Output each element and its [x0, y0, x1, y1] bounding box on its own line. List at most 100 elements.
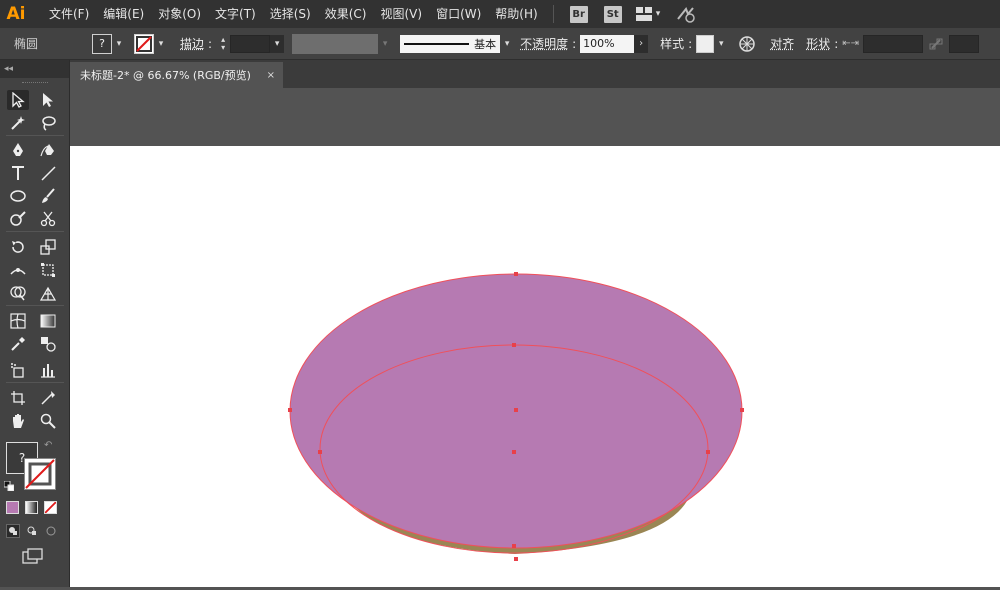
- ellipse-tool-icon[interactable]: [7, 186, 29, 206]
- close-icon[interactable]: ×: [267, 70, 275, 81]
- column-graph-tool-icon[interactable]: [37, 360, 59, 380]
- mesh-tool-icon[interactable]: [7, 311, 29, 331]
- opacity-field[interactable]: 100%: [580, 34, 635, 53]
- fill-swatch[interactable]: ?: [92, 33, 113, 54]
- menu-select[interactable]: 选择(S): [263, 0, 318, 28]
- scale-tool-icon[interactable]: [37, 237, 59, 257]
- chevron-down-icon[interactable]: ▾: [500, 34, 514, 54]
- anchor-point[interactable]: [514, 557, 518, 561]
- stroke-swatch-large[interactable]: [24, 458, 56, 490]
- menu-edit[interactable]: 编辑(E): [96, 0, 151, 28]
- gradient-mode-button[interactable]: [25, 501, 38, 514]
- opacity-label[interactable]: 不透明度: [520, 35, 568, 52]
- line-segment-tool-icon[interactable]: [37, 163, 59, 183]
- graphic-style-swatch[interactable]: [696, 34, 715, 53]
- align-label[interactable]: 对齐: [770, 35, 794, 52]
- menu-type[interactable]: 文字(T): [208, 0, 263, 28]
- screen-mode-icon[interactable]: [22, 548, 44, 567]
- zoom-tool-icon[interactable]: [37, 411, 59, 431]
- colon: :: [688, 36, 693, 51]
- anchor-point[interactable]: [318, 450, 322, 454]
- recolor-artwork-icon[interactable]: [738, 35, 756, 53]
- eyedropper-tool-icon[interactable]: [7, 334, 29, 354]
- canvas-area[interactable]: [70, 88, 1000, 587]
- panel-grip[interactable]: [0, 78, 69, 88]
- object-type-label: 椭圆: [14, 37, 39, 51]
- tool-separator: [6, 231, 64, 232]
- center-point[interactable]: [512, 450, 516, 454]
- menu-view[interactable]: 视图(V): [373, 0, 429, 28]
- collapse-icon[interactable]: ◂◂: [4, 64, 13, 74]
- type-tool-icon[interactable]: [7, 163, 29, 183]
- draw-behind-icon[interactable]: [25, 524, 39, 538]
- swap-fill-stroke-icon[interactable]: ↶: [44, 440, 52, 451]
- paintbrush-tool-icon[interactable]: [37, 186, 59, 206]
- default-fill-stroke-icon[interactable]: [3, 480, 15, 494]
- chevron-down-icon[interactable]: ▾: [378, 34, 392, 54]
- shape-label[interactable]: 形状: [806, 35, 830, 52]
- gradient-tool-icon[interactable]: [37, 311, 59, 331]
- colon: :: [208, 36, 213, 51]
- hand-tool-icon[interactable]: [7, 411, 29, 431]
- variable-width-profile[interactable]: [292, 33, 379, 54]
- menu-effect[interactable]: 效果(C): [318, 0, 374, 28]
- document-title: 未标题-2* @ 66.67% (RGB/预览): [80, 69, 251, 82]
- constrain-link-icon[interactable]: [929, 37, 943, 51]
- menu-window[interactable]: 窗口(W): [429, 0, 488, 28]
- rotate-tool-icon[interactable]: [7, 237, 29, 257]
- center-point[interactable]: [514, 408, 518, 412]
- stroke-swatch[interactable]: [134, 33, 155, 54]
- artboard-tool-icon[interactable]: [7, 388, 29, 408]
- free-transform-tool-icon[interactable]: [37, 260, 59, 280]
- draw-normal-icon[interactable]: [6, 524, 20, 538]
- width-tool-icon[interactable]: [7, 260, 29, 280]
- pen-tool-icon[interactable]: [7, 140, 29, 160]
- blend-tool-icon[interactable]: [37, 334, 59, 354]
- perspective-grid-tool-icon[interactable]: [37, 283, 59, 303]
- stroke-profile-value: 基本: [474, 37, 497, 51]
- curvature-tool-icon[interactable]: [37, 140, 59, 160]
- shape-width-field[interactable]: [863, 34, 924, 53]
- chevron-down-icon[interactable]: ▾: [112, 34, 126, 54]
- anchor-point[interactable]: [288, 408, 292, 412]
- stroke-label[interactable]: 描边: [180, 35, 204, 52]
- document-tab[interactable]: 未标题-2* @ 66.67% (RGB/预览) ×: [70, 62, 283, 88]
- chevron-down-icon[interactable]: ▾: [714, 34, 728, 54]
- brush-definition-select[interactable]: 基本: [400, 34, 501, 53]
- stroke-weight-stepper[interactable]: ▴ ▾: [216, 34, 230, 54]
- stock-button[interactable]: St: [603, 5, 622, 23]
- app-logo[interactable]: Ai: [0, 4, 32, 24]
- color-mode-button[interactable]: [6, 501, 19, 514]
- arrange-documents-icon[interactable]: ▾: [635, 7, 660, 21]
- slice-tool-icon[interactable]: [37, 388, 59, 408]
- shape-builder-tool-icon[interactable]: [7, 283, 29, 303]
- tools-panel-header[interactable]: ◂◂: [0, 60, 69, 78]
- artboard[interactable]: [70, 146, 1000, 587]
- draw-inside-icon[interactable]: [44, 524, 58, 538]
- stroke-weight-field[interactable]: [230, 34, 271, 53]
- none-mode-button[interactable]: [44, 501, 57, 514]
- shaper-tool-icon[interactable]: [7, 209, 29, 229]
- magic-wand-tool-icon[interactable]: [7, 113, 29, 133]
- gpu-performance-icon[interactable]: [676, 5, 696, 23]
- anchor-point[interactable]: [706, 450, 710, 454]
- anchor-point[interactable]: [514, 272, 518, 276]
- menu-file[interactable]: 文件(F): [42, 0, 96, 28]
- color-mode-row: [6, 501, 57, 514]
- direct-selection-tool-icon[interactable]: [37, 90, 59, 110]
- chevron-down-icon[interactable]: ▾: [154, 34, 168, 54]
- menu-object[interactable]: 对象(O): [151, 0, 208, 28]
- anchor-point[interactable]: [512, 343, 516, 347]
- tool-separator: [6, 135, 64, 136]
- selection-tool-icon[interactable]: [7, 90, 29, 110]
- anchor-point[interactable]: [512, 544, 516, 548]
- symbol-sprayer-tool-icon[interactable]: [7, 360, 29, 380]
- lasso-tool-icon[interactable]: [37, 113, 59, 133]
- scissors-tool-icon[interactable]: [37, 209, 59, 229]
- chevron-right-icon[interactable]: ›: [634, 34, 649, 53]
- menu-help[interactable]: 帮助(H): [488, 0, 544, 28]
- anchor-point[interactable]: [740, 408, 744, 412]
- shape-height-field[interactable]: [949, 34, 980, 53]
- chevron-down-icon[interactable]: ▾: [270, 34, 285, 53]
- bridge-button[interactable]: Br: [569, 5, 588, 23]
